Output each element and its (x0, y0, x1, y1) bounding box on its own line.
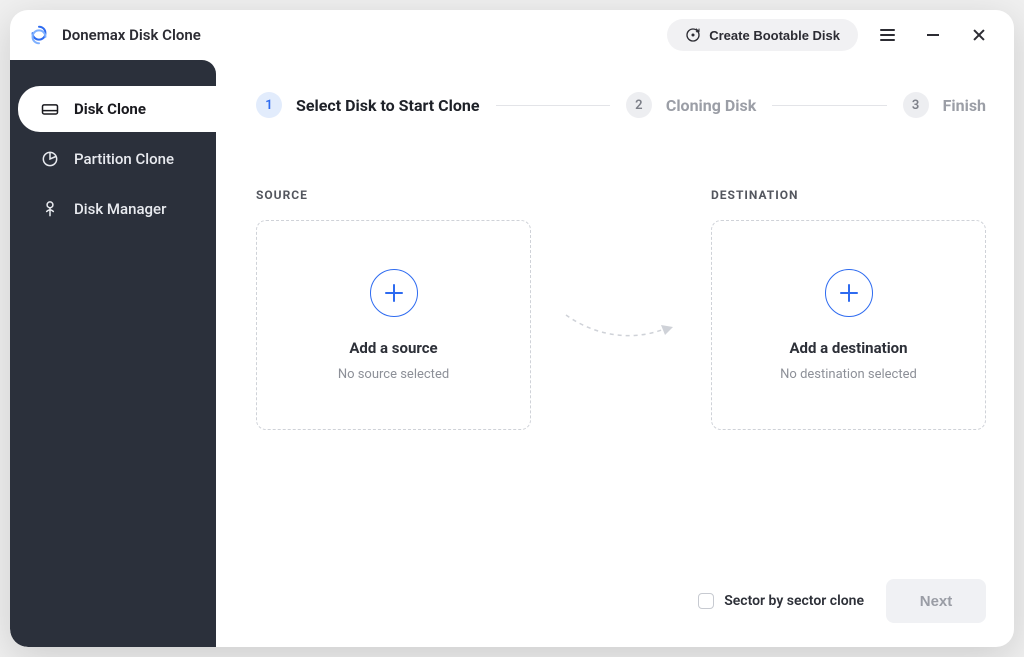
add-destination-subtitle: No destination selected (780, 367, 917, 382)
step-number: 1 (256, 92, 282, 118)
step-2: 2 Cloning Disk (626, 92, 756, 118)
close-button[interactable] (962, 18, 996, 52)
step-indicator: 1 Select Disk to Start Clone 2 Cloning D… (256, 92, 986, 118)
checkbox-icon (698, 593, 714, 609)
sidebar-item-label: Partition Clone (74, 150, 174, 168)
app-title: Donemax Disk Clone (62, 26, 201, 44)
disk-manager-icon (40, 199, 60, 219)
bootable-disk-icon (685, 27, 701, 43)
plus-icon (825, 269, 873, 317)
sector-by-sector-label: Sector by sector clone (724, 593, 864, 609)
hamburger-icon (880, 29, 895, 41)
footer: Sector by sector clone Next (256, 579, 986, 623)
app-logo-icon (28, 24, 50, 46)
disk-clone-icon (40, 99, 60, 119)
sidebar: Disk Clone Partition Clone (10, 60, 216, 647)
plus-icon (370, 269, 418, 317)
app-window: Donemax Disk Clone Create Bootable Disk (10, 10, 1014, 647)
sidebar-item-disk-manager[interactable]: Disk Manager (18, 186, 216, 232)
step-number: 3 (903, 92, 929, 118)
add-destination-button[interactable]: Add a destination No destination selecte… (711, 220, 986, 430)
arrow-icon (561, 220, 681, 430)
step-number: 2 (626, 92, 652, 118)
source-zone: SOURCE Add a source No source selected (256, 188, 531, 430)
step-divider (496, 105, 610, 106)
step-label: Cloning Disk (666, 96, 756, 115)
step-label: Select Disk to Start Clone (296, 96, 480, 115)
add-source-button[interactable]: Add a source No source selected (256, 220, 531, 430)
destination-heading: DESTINATION (711, 188, 986, 202)
add-source-subtitle: No source selected (338, 367, 449, 382)
sidebar-item-label: Disk Manager (74, 200, 166, 218)
minimize-icon (927, 34, 939, 36)
sidebar-item-disk-clone[interactable]: Disk Clone (18, 86, 216, 132)
create-bootable-disk-label: Create Bootable Disk (709, 28, 840, 43)
minimize-button[interactable] (916, 18, 950, 52)
add-destination-title: Add a destination (789, 339, 907, 357)
step-divider (772, 105, 886, 106)
main-content: 1 Select Disk to Start Clone 2 Cloning D… (216, 60, 1014, 647)
next-button[interactable]: Next (886, 579, 986, 623)
destination-zone: DESTINATION Add a destination No destina… (711, 188, 986, 430)
disk-zones: SOURCE Add a source No source selected D… (256, 188, 986, 430)
sector-by-sector-checkbox[interactable]: Sector by sector clone (698, 593, 864, 609)
close-icon (972, 28, 986, 42)
titlebar: Donemax Disk Clone Create Bootable Disk (10, 10, 1014, 60)
step-3: 3 Finish (903, 92, 986, 118)
menu-button[interactable] (870, 18, 904, 52)
partition-clone-icon (40, 149, 60, 169)
create-bootable-disk-button[interactable]: Create Bootable Disk (667, 19, 858, 51)
step-label: Finish (943, 96, 986, 115)
step-1: 1 Select Disk to Start Clone (256, 92, 480, 118)
sidebar-item-partition-clone[interactable]: Partition Clone (18, 136, 216, 182)
add-source-title: Add a source (349, 339, 437, 357)
sidebar-item-label: Disk Clone (74, 100, 146, 118)
source-heading: SOURCE (256, 188, 531, 202)
